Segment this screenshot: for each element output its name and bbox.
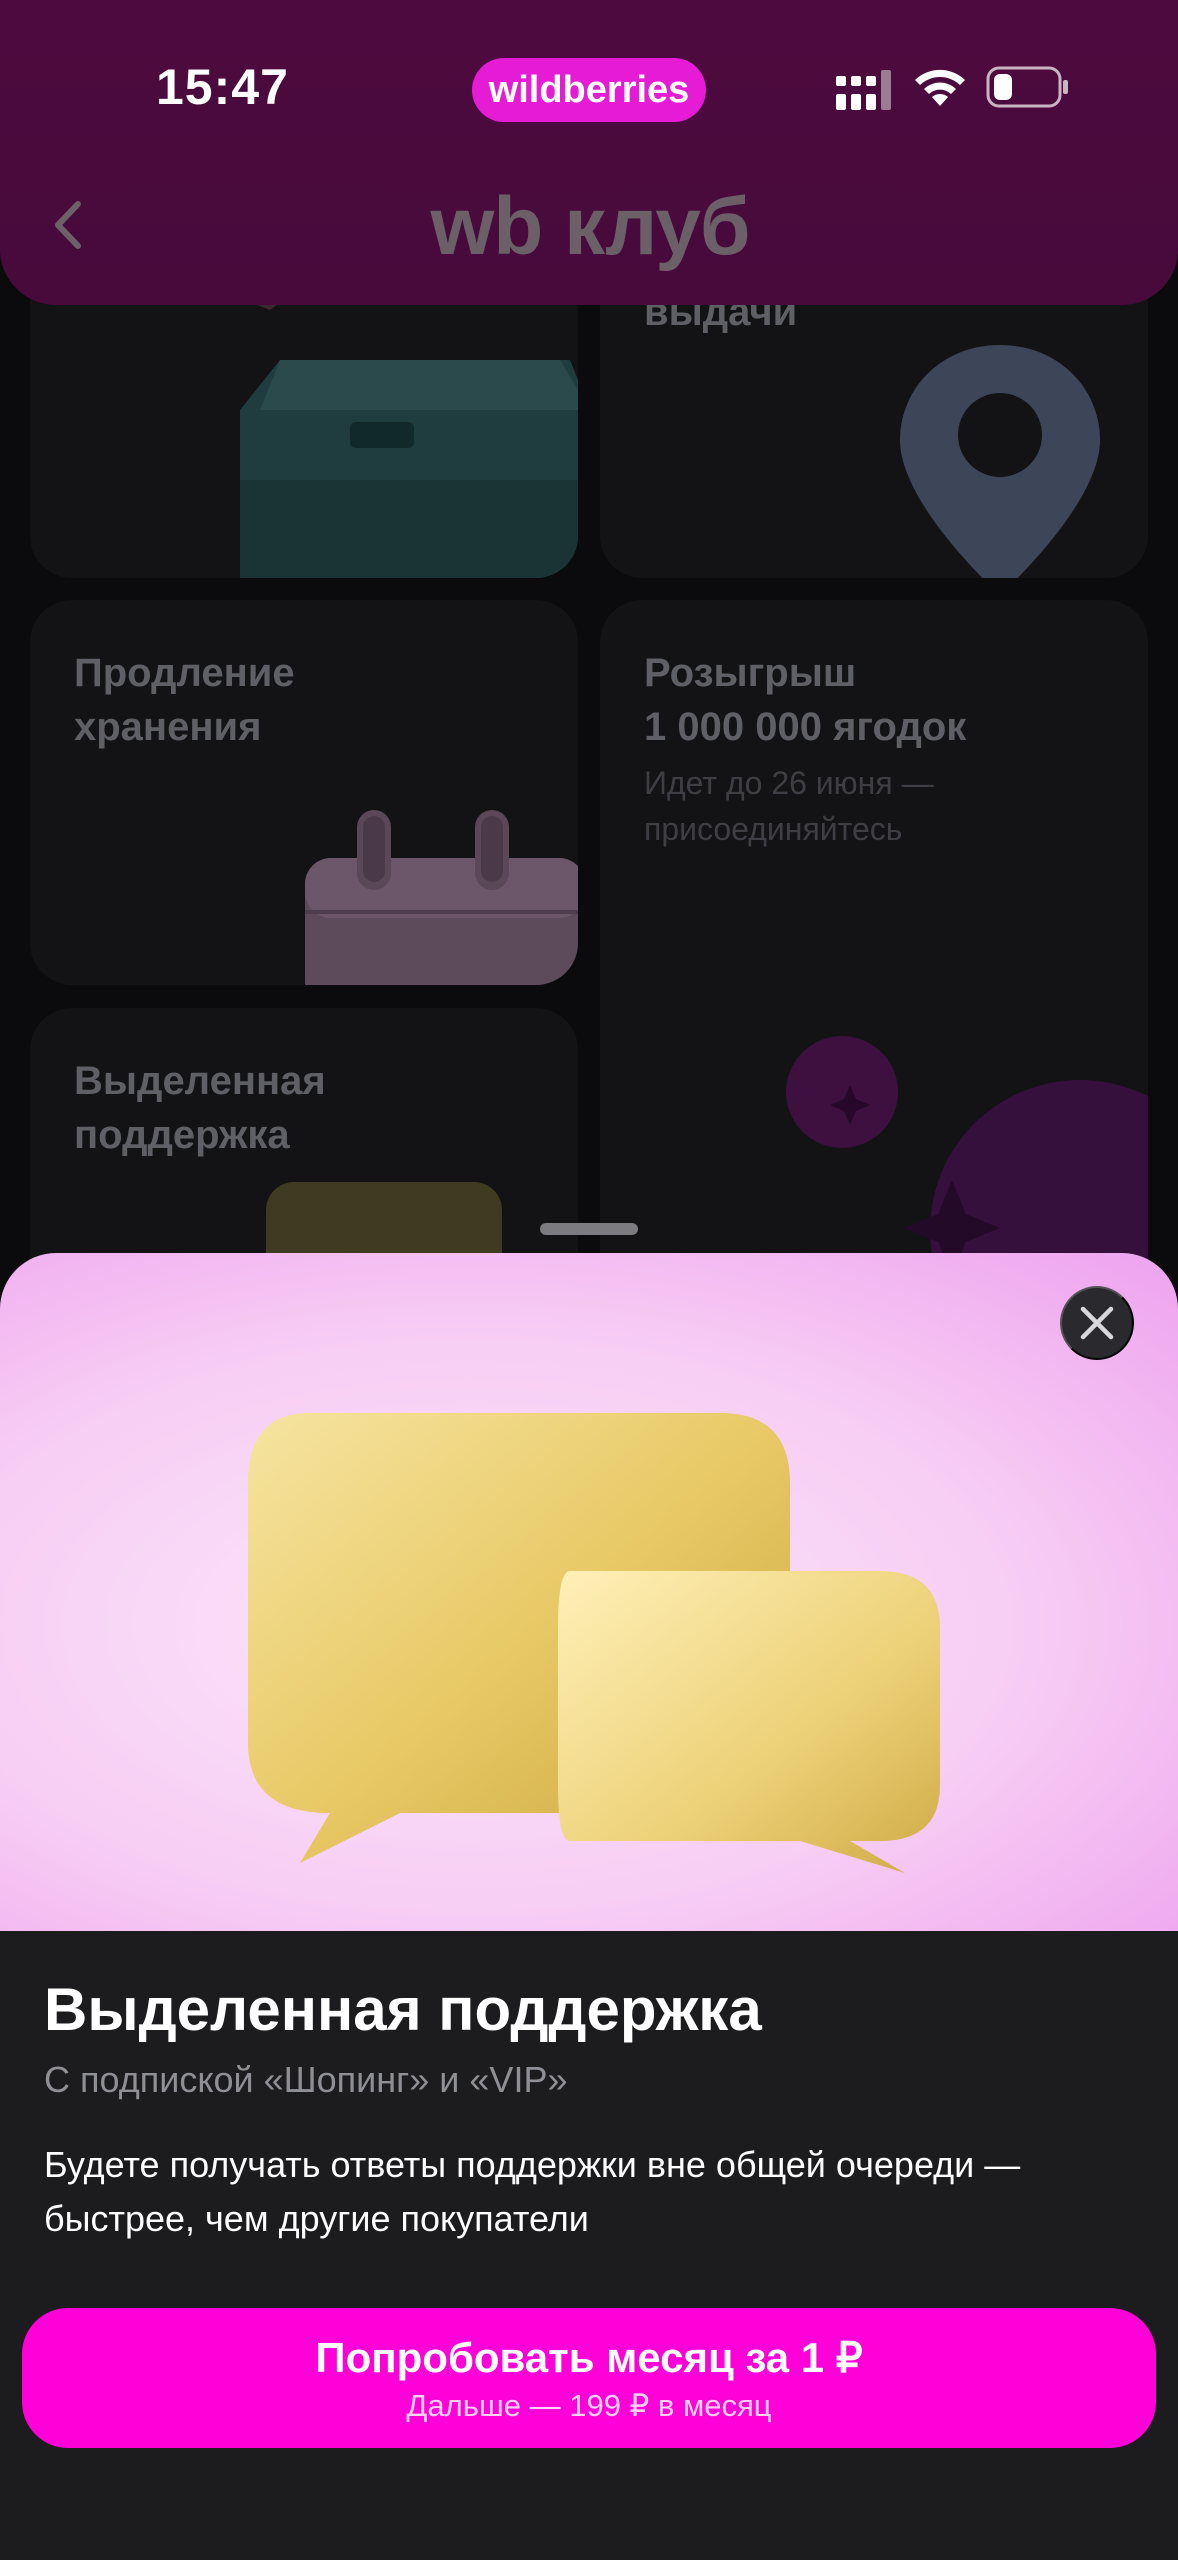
try-month-button[interactable]: Попробовать месяц за 1 ₽ Дальше — 199 ₽ … — [22, 2308, 1156, 2448]
cta-main-label: Попробовать месяц за 1 ₽ — [315, 2333, 863, 2381]
sheet-hero — [0, 1253, 1178, 1931]
wb-club-logo: wb клуб — [430, 181, 751, 272]
close-button[interactable] — [1060, 1286, 1134, 1360]
wifi-icon — [915, 69, 965, 106]
back-chevron-icon[interactable] — [42, 190, 94, 260]
sheet-subtitle: С подпиской «Шопинг» и «VIP» — [44, 2059, 568, 2100]
status-time: 15:47 — [156, 59, 289, 115]
card-title: Продление хранения — [74, 651, 295, 749]
sheet-description: Будете получать ответы поддержки вне общ… — [44, 2144, 1021, 2239]
close-icon — [1080, 1306, 1114, 1340]
app-header: 15:47 wildberries wb клуб — [0, 0, 1178, 305]
benefit-card-storage[interactable]: Продление хранения — [30, 600, 578, 985]
brand-pill[interactable]: wildberries — [472, 58, 706, 122]
calendar-icon — [305, 810, 578, 985]
cta-price-note: Дальше — 199 ₽ в месяц — [406, 2387, 772, 2423]
card-title: Выделенная поддержка — [74, 1059, 326, 1157]
card-subtitle: Идет до 26 июня — присоединяйтесь — [644, 765, 934, 847]
signal-icon — [836, 70, 891, 110]
card-title: Розыгрыш 1 000 000 ягодок — [644, 651, 967, 749]
battery-icon — [986, 66, 1068, 108]
sheet-drag-handle[interactable] — [540, 1223, 638, 1235]
box-icon — [220, 260, 578, 578]
location-pin-icon — [900, 345, 1100, 578]
bottom-sheet: Выделенная поддержка С подпиской «Шопинг… — [0, 1253, 1178, 2560]
benefit-card-box[interactable] — [30, 260, 578, 578]
benefit-card-pickup[interactable]: выдачи — [600, 260, 1148, 578]
benefit-card-giveaway[interactable]: Розыгрыш 1 000 000 ягодок Идет до 26 июн… — [600, 600, 1148, 1300]
speech-bubbles-icon — [248, 1413, 940, 1873]
sheet-title: Выделенная поддержка — [44, 1976, 762, 2043]
